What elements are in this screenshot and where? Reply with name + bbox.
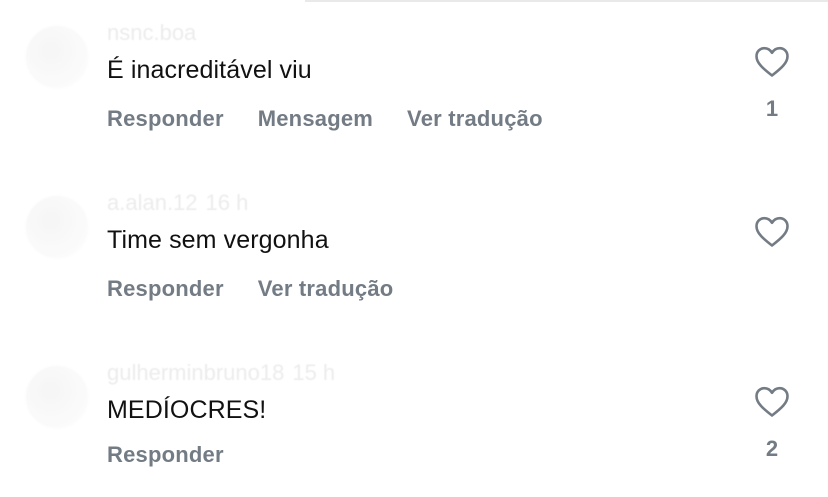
- comment-text: MEDÍOCRES!: [107, 396, 267, 424]
- heart-icon[interactable]: [754, 46, 790, 78]
- message-button[interactable]: Mensagem: [258, 106, 373, 132]
- username-text[interactable]: a.alan.12: [107, 190, 198, 215]
- comment-time: 15 h: [292, 360, 336, 385]
- like-count: 2: [765, 436, 779, 461]
- comment-item: a.alan.12 16 h Time sem vergonha Responde…: [0, 170, 828, 330]
- comment-text: É inacreditável viu: [107, 56, 312, 84]
- comment-actions: Responder: [107, 442, 224, 468]
- reply-button[interactable]: Responder: [107, 442, 224, 468]
- like-button[interactable]: 1: [752, 46, 792, 122]
- username-text[interactable]: gulherminbruno18: [107, 360, 284, 385]
- reply-button[interactable]: Responder: [107, 276, 224, 302]
- comment-username[interactable]: nsnc.boa: [107, 20, 204, 46]
- like-button[interactable]: [752, 216, 792, 266]
- comment-item: gulherminbruno18 15 h MEDÍOCRES! Responde…: [0, 340, 828, 497]
- comments-screen: nsnc.boa É inacreditável viu Responder M…: [0, 0, 828, 497]
- comment-actions: Responder Mensagem Ver tradução: [107, 106, 543, 132]
- avatar[interactable]: [26, 366, 88, 428]
- avatar[interactable]: [26, 196, 88, 258]
- comment-username[interactable]: gulherminbruno18 15 h: [107, 360, 335, 386]
- comment-username[interactable]: a.alan.12 16 h: [107, 190, 248, 216]
- username-text[interactable]: nsnc.boa: [107, 20, 196, 45]
- heart-icon[interactable]: [754, 216, 790, 248]
- see-translation-button[interactable]: Ver tradução: [407, 106, 543, 132]
- comment-actions: Responder Ver tradução: [107, 276, 393, 302]
- like-count: 1: [765, 96, 779, 121]
- heart-icon[interactable]: [754, 386, 790, 418]
- avatar[interactable]: [26, 26, 88, 88]
- reply-button[interactable]: Responder: [107, 106, 224, 132]
- like-button[interactable]: 2: [752, 386, 792, 462]
- comment-time: 16 h: [205, 190, 249, 215]
- comment-item: nsnc.boa É inacreditável viu Responder M…: [0, 0, 828, 160]
- comment-text: Time sem vergonha: [107, 226, 329, 254]
- see-translation-button[interactable]: Ver tradução: [258, 276, 394, 302]
